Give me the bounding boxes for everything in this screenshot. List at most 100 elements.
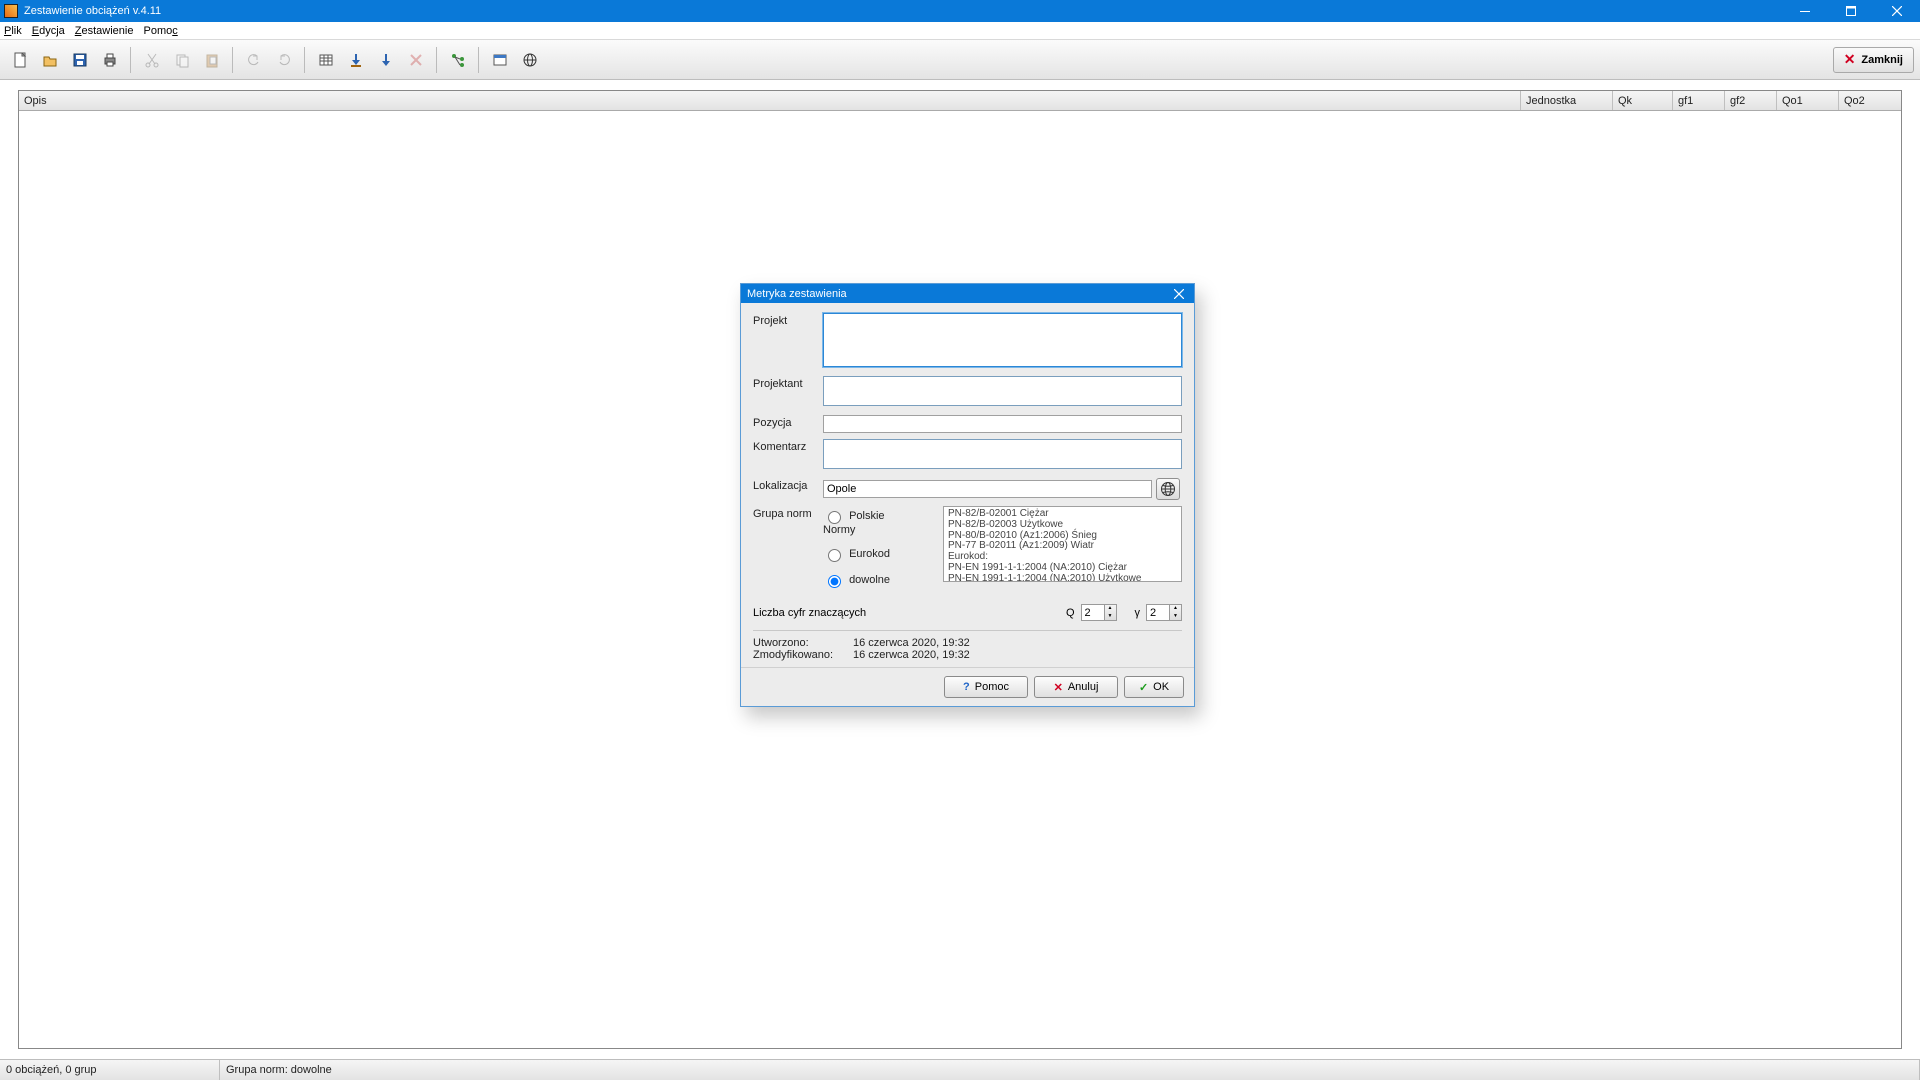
help-icon: ?: [963, 681, 970, 693]
close-icon: [1174, 289, 1184, 299]
ok-label: OK: [1153, 681, 1169, 693]
radio-polskie[interactable]: Polskie Normy: [823, 506, 893, 536]
menu-help[interactable]: Pomoc: [143, 25, 177, 37]
menu-file[interactable]: Plik: [4, 25, 22, 37]
komentarz-label: Komentarz: [753, 439, 823, 472]
digits-label: Liczba cyfr znaczących: [753, 607, 1066, 619]
grupa-norm-label: Grupa norm: [753, 506, 823, 520]
col-gf1[interactable]: gf1: [1673, 91, 1725, 110]
pomoc-button[interactable]: ? Pomoc: [944, 676, 1028, 698]
zmodyfikowano-value: 16 czerwca 2020, 19:32: [853, 649, 970, 661]
statusbar: 0 obciążeń, 0 grup Grupa norm: dowolne: [0, 1059, 1920, 1080]
globe-button[interactable]: [516, 46, 544, 74]
arrow-down-button[interactable]: [372, 46, 400, 74]
norms-list[interactable]: PN-82/B-02001 Ciężar PN-82/B-02003 Użytk…: [943, 506, 1182, 582]
save-button[interactable]: [66, 46, 94, 74]
ok-icon: ✓: [1139, 681, 1148, 694]
cancel-icon: ✕: [1054, 681, 1063, 694]
save-icon: [72, 52, 88, 68]
status-counts: 0 obciążeń, 0 grup: [0, 1060, 220, 1080]
radio-dowolne[interactable]: dowolne: [823, 570, 893, 588]
radio-eurokod[interactable]: Eurokod: [823, 544, 893, 562]
zamknij-label: Zamknij: [1861, 54, 1903, 66]
lokalizacja-label: Lokalizacja: [753, 478, 823, 500]
ok-button[interactable]: ✓ OK: [1124, 676, 1184, 698]
list-item[interactable]: PN-EN 1991-1-1:2004 (NA:2010) Użytkowe: [948, 574, 1181, 582]
col-qo1[interactable]: Qo1: [1777, 91, 1839, 110]
maximize-icon: [1846, 6, 1856, 16]
projekt-label: Projekt: [753, 313, 823, 370]
app-title: Zestawienie obciążeń v.4.11: [24, 5, 161, 17]
print-button[interactable]: [96, 46, 124, 74]
copy-icon: [174, 52, 190, 68]
new-icon: [12, 52, 28, 68]
utworzono-value: 16 czerwca 2020, 19:32: [853, 637, 970, 649]
pozycja-label: Pozycja: [753, 415, 823, 433]
anuluj-label: Anuluj: [1068, 681, 1099, 693]
properties-button[interactable]: [486, 46, 514, 74]
cut-icon: [144, 52, 160, 68]
toolbar: ✕ Zamknij: [0, 40, 1920, 80]
arrow-left-button[interactable]: [342, 46, 370, 74]
dialog-titlebar[interactable]: Metryka zestawienia: [741, 284, 1194, 303]
digits-gamma-input[interactable]: [1146, 604, 1170, 621]
menubar: Plik Edycja Zestawienie Pomoc: [0, 22, 1920, 40]
properties-icon: [492, 52, 508, 68]
copy-button: [168, 46, 196, 74]
dialog-close-button[interactable]: [1164, 284, 1194, 303]
digits-q-input[interactable]: [1081, 604, 1105, 621]
minimize-icon: [1800, 6, 1810, 16]
print-icon: [102, 52, 118, 68]
close-icon: [1892, 6, 1902, 16]
lokalizacja-input[interactable]: [823, 480, 1152, 498]
redo-icon: [276, 52, 292, 68]
komentarz-input[interactable]: [823, 439, 1182, 469]
col-jednostka[interactable]: Jednostka: [1521, 91, 1613, 110]
col-opis[interactable]: Opis: [19, 91, 1521, 110]
pozycja-input[interactable]: [823, 415, 1182, 433]
window-close-button[interactable]: [1874, 0, 1920, 22]
digits-q-spinner[interactable]: ▲▼: [1105, 604, 1117, 621]
globe-icon: [1160, 481, 1176, 497]
anuluj-button[interactable]: ✕ Anuluj: [1034, 676, 1118, 698]
cut-button: [138, 46, 166, 74]
titlebar: Zestawienie obciążeń v.4.11: [0, 0, 1920, 22]
redo-button: [270, 46, 298, 74]
maximize-button[interactable]: [1828, 0, 1874, 22]
menu-edit[interactable]: Edycja: [32, 25, 65, 37]
zamknij-button[interactable]: ✕ Zamknij: [1833, 47, 1914, 73]
col-qo2[interactable]: Qo2: [1839, 91, 1901, 110]
arrow-down-icon: [378, 52, 394, 68]
undo-button: [240, 46, 268, 74]
dialog-title: Metryka zestawienia: [747, 288, 847, 300]
status-norms: Grupa norm: dowolne: [220, 1060, 1920, 1080]
grid-button[interactable]: [312, 46, 340, 74]
col-qk[interactable]: Qk: [1613, 91, 1673, 110]
lokalizacja-globe-button[interactable]: [1156, 478, 1180, 500]
col-gf2[interactable]: gf2: [1725, 91, 1777, 110]
q-symbol: Q: [1066, 607, 1075, 619]
gamma-symbol: γ: [1135, 607, 1141, 619]
projekt-input[interactable]: [823, 313, 1182, 367]
app-icon: [4, 4, 18, 18]
metryka-dialog: Metryka zestawienia Projekt Projektant P…: [740, 283, 1195, 707]
projektant-input[interactable]: [823, 376, 1182, 406]
list-item[interactable]: PN-82/B-02003 Użytkowe: [948, 520, 1181, 531]
menu-zestawienie[interactable]: Zestawienie: [75, 25, 134, 37]
delete-button: [402, 46, 430, 74]
close-x-icon: ✕: [1844, 51, 1856, 68]
paste-icon: [204, 52, 220, 68]
minimize-button[interactable]: [1782, 0, 1828, 22]
grid-icon: [318, 52, 334, 68]
pomoc-label: Pomoc: [975, 681, 1009, 693]
delete-icon: [408, 52, 424, 68]
projektant-label: Projektant: [753, 376, 823, 409]
globe-icon: [522, 52, 538, 68]
open-icon: [42, 52, 58, 68]
tree-button[interactable]: [444, 46, 472, 74]
undo-icon: [246, 52, 262, 68]
utworzono-label: Utworzono:: [753, 637, 853, 649]
open-button[interactable]: [36, 46, 64, 74]
digits-gamma-spinner[interactable]: ▲▼: [1170, 604, 1182, 621]
new-button[interactable]: [6, 46, 34, 74]
